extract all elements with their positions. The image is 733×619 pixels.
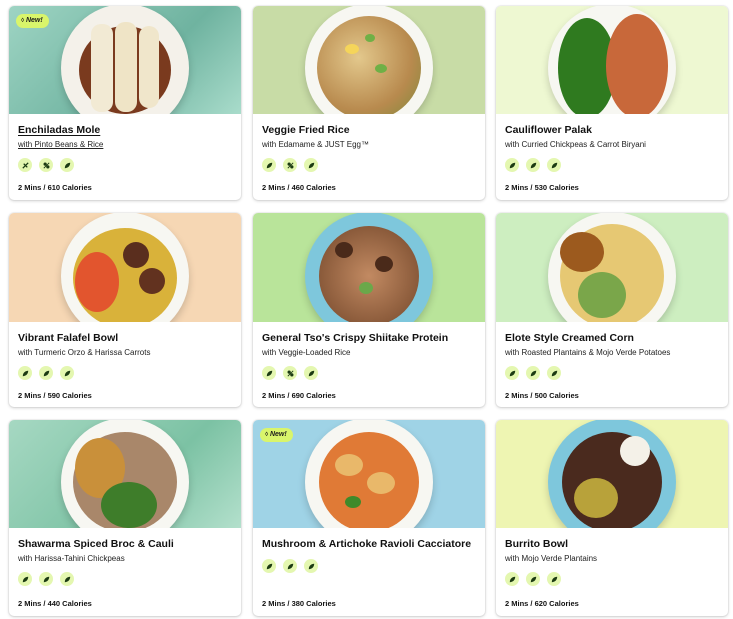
meal-card-general-tsos[interactable]: General Tso's Crispy Shiitake Protein wi… [253,213,485,407]
meal-meta: 2 Mins / 460 Calories [262,183,336,192]
meal-title[interactable]: Elote Style Creamed Corn [505,332,719,345]
leaf-icon [505,572,519,586]
meal-card-cauliflower-palak[interactable]: Cauliflower Palak with Curried Chickpeas… [496,6,728,200]
meal-meta: 2 Mins / 440 Calories [18,599,92,608]
leaf-icon [304,559,318,573]
meal-photo[interactable]: ◊ New! [9,6,241,114]
meal-title[interactable]: Cauliflower Palak [505,124,719,137]
meal-meta: 2 Mins / 610 Calories [18,183,92,192]
leaf-icon [60,366,74,380]
meal-meta: 2 Mins / 590 Calories [18,391,92,400]
leaf-icon [262,158,276,172]
meal-photo[interactable] [253,213,485,322]
leaf-icon [304,158,318,172]
meal-card-vibrant-falafel-bowl[interactable]: Vibrant Falafel Bowl with Turmeric Orzo … [9,213,241,407]
clover-icon [39,158,53,172]
meal-photo[interactable]: ◊ New! [253,420,485,528]
meal-card-burrito-bowl[interactable]: Burrito Bowl with Mojo Verde Plantains 2… [496,420,728,616]
leaf-icon [547,366,561,380]
meal-subtitle: with Curried Chickpeas & Carrot Biryani [505,140,646,149]
leaf-icon [18,572,32,586]
leaf-icon [526,158,540,172]
meal-grid: ◊ New! Enchiladas Mole with Pinto Beans &… [0,0,733,619]
meal-meta: 2 Mins / 380 Calories [262,599,336,608]
meal-card-elote-style-creamed-corn[interactable]: Elote Style Creamed Corn with Roasted Pl… [496,213,728,407]
meal-title[interactable]: Burrito Bowl [505,538,719,551]
meal-card-enchiladas-mole[interactable]: ◊ New! Enchiladas Mole with Pinto Beans &… [9,6,241,200]
leaf-icon [283,559,297,573]
meal-title[interactable]: Veggie Fried Rice [262,124,476,137]
leaf-icon [547,572,561,586]
meal-subtitle: with Roasted Plantains & Mojo Verde Pota… [505,348,671,357]
leaf-icon [60,158,74,172]
leaf-icon [547,158,561,172]
meal-title[interactable]: Shawarma Spiced Broc & Cauli [18,538,232,551]
meal-photo[interactable] [496,420,728,528]
meal-title[interactable]: General Tso's Crispy Shiitake Protein [262,332,476,345]
meal-subtitle: with Harissa-Tahini Chickpeas [18,554,125,563]
leaf-icon [60,572,74,586]
meal-title[interactable]: Vibrant Falafel Bowl [18,332,232,345]
meal-subtitle[interactable]: with Pinto Beans & Rice [18,139,232,150]
leaf-icon [262,559,276,573]
meal-meta: 2 Mins / 620 Calories [505,599,579,608]
leaf-icon [505,158,519,172]
meal-card-mushroom-artichoke-ravioli[interactable]: ◊ New! Mushroom & Artichoke Ravioli Cacci… [253,420,485,616]
flash-icon [18,158,32,172]
clover-icon [283,366,297,380]
meal-photo[interactable] [496,213,728,322]
leaf-icon [39,572,53,586]
new-badge: ◊ New! [260,428,293,442]
meal-card-shawarma-spiced-broc-cauli[interactable]: Shawarma Spiced Broc & Cauli with Hariss… [9,420,241,616]
leaf-icon [304,366,318,380]
clover-icon [283,158,297,172]
leaf-icon [526,366,540,380]
meal-subtitle: with Mojo Verde Plantains [505,554,598,563]
leaf-icon [505,366,519,380]
meal-meta: 2 Mins / 690 Calories [262,391,336,400]
leaf-icon [262,366,276,380]
leaf-icon [526,572,540,586]
meal-photo[interactable] [9,213,241,322]
meal-card-veggie-fried-rice[interactable]: Veggie Fried Rice with Edamame & JUST Eg… [253,6,485,200]
meal-photo[interactable] [253,6,485,114]
leaf-icon [39,366,53,380]
meal-photo[interactable] [9,420,241,528]
leaf-icon [18,366,32,380]
meal-subtitle: with Edamame & JUST Egg™ [262,140,370,149]
meal-subtitle: with Veggie-Loaded Rice [262,348,351,357]
meal-title[interactable]: Mushroom & Artichoke Ravioli Cacciatore [262,538,476,551]
meal-title[interactable]: Enchiladas Mole [18,124,232,137]
new-badge: ◊ New! [16,14,49,28]
meal-subtitle: with Turmeric Orzo & Harissa Carrots [18,348,151,357]
meal-photo[interactable] [496,6,728,114]
meal-meta: 2 Mins / 530 Calories [505,183,579,192]
meal-meta: 2 Mins / 500 Calories [505,391,579,400]
